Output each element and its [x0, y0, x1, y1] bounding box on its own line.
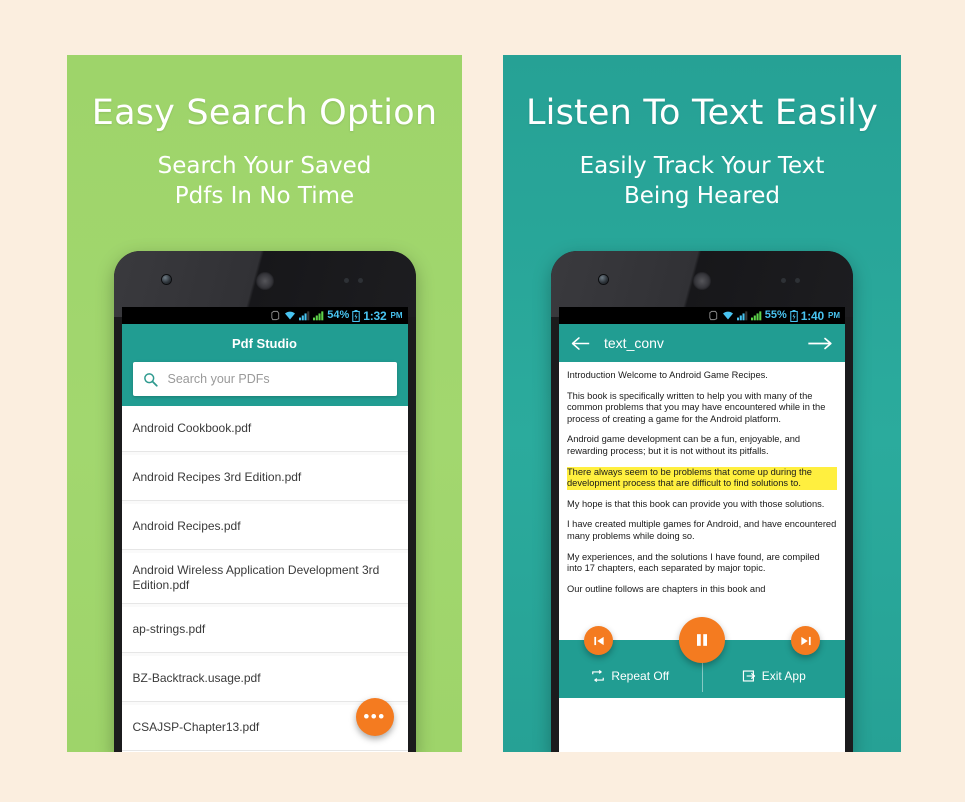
list-item[interactable]: Android Recipes 3rd Edition.pdf — [121, 455, 408, 501]
promo-panel-right: Listen To Text Easily Easily Track Your … — [503, 55, 901, 752]
more-options-fab[interactable]: ••• — [355, 698, 394, 736]
search-placeholder: Search your PDFs — [167, 372, 270, 386]
repeat-toggle-button[interactable]: Repeat Off — [559, 655, 702, 683]
file-name: Android Cookbook.pdf — [132, 421, 252, 435]
front-camera-icon — [599, 275, 608, 284]
battery-icon — [790, 309, 798, 322]
repeat-label: Repeat Off — [611, 669, 670, 683]
next-track-button[interactable] — [791, 626, 820, 655]
panel-right-sub-line2: Being Heared — [623, 183, 781, 209]
status-bar-ampm: PM — [390, 311, 403, 320]
panel-left-subheadline: Search Your Saved Pdfs In No Time — [67, 151, 462, 211]
rotation-lock-icon — [271, 310, 280, 321]
panel-right-headline: Listen To Text Easily — [525, 93, 879, 133]
status-bar-ampm: PM — [828, 311, 840, 320]
file-name: ap-strings.pdf — [132, 622, 206, 636]
status-bar-time: 1:32 — [363, 308, 387, 323]
panel-left-headline: Easy Search Option — [91, 93, 438, 133]
status-bar-left: 54% 1:32 PM — [121, 307, 408, 324]
search-icon — [143, 372, 158, 387]
list-item[interactable]: ap-strings.pdf — [121, 607, 408, 653]
search-zone: Search your PDFs — [121, 362, 408, 406]
search-input[interactable]: Search your PDFs — [132, 362, 397, 396]
player-controls-bar: Repeat Off Exit App — [559, 617, 846, 698]
text-reader-body[interactable]: Introduction Welcome to Android Game Rec… — [559, 362, 845, 698]
promo-panel-left: Easy Search Option Search Your Saved Pdf… — [67, 55, 462, 752]
file-name: BZ-Backtrack.usage.pdf — [132, 671, 261, 685]
front-camera-icon — [161, 275, 171, 284]
arrow-right-icon[interactable] — [807, 336, 833, 351]
battery-icon — [352, 309, 361, 322]
rotation-lock-icon — [709, 310, 717, 321]
file-name: Android Wireless Application Development… — [132, 563, 380, 592]
list-item[interactable]: BZ-Backtrack.usage.pdf — [121, 656, 408, 702]
signal-icon — [750, 311, 762, 321]
list-item[interactable]: Android Cookbook.pdf — [121, 406, 408, 452]
proximity-sensor-icon — [781, 278, 809, 284]
panel-left-sub-line2: Pdfs In No Time — [174, 183, 355, 209]
exit-app-button[interactable]: Exit App — [703, 655, 846, 683]
reader-paragraph: I have created multiple games for Androi… — [567, 519, 837, 541]
battery-percent-label: 55% — [764, 309, 787, 321]
wifi-icon — [722, 311, 733, 320]
app-title: Pdf Studio — [232, 335, 297, 351]
phone-mockup-right: 55% 1:40 PM text_conv Introduction Welco… — [551, 251, 853, 752]
signal-icon — [313, 311, 324, 321]
document-title: text_conv — [604, 335, 664, 351]
file-name: Android Recipes.pdf — [132, 519, 241, 533]
signal-icon — [299, 311, 310, 321]
signal-icon — [736, 311, 748, 321]
pause-icon — [697, 634, 707, 646]
arrow-left-icon[interactable] — [571, 336, 590, 351]
previous-track-button[interactable] — [584, 626, 613, 655]
app-bar-right: text_conv — [559, 324, 845, 362]
list-item[interactable]: Android Recipes.pdf — [121, 504, 408, 550]
promo-screenshot-stage: Easy Search Option Search Your Saved Pdf… — [0, 0, 965, 802]
file-name: Android Recipes 3rd Edition.pdf — [132, 470, 302, 484]
repeat-icon — [592, 670, 605, 682]
panel-left-sub-line1: Search Your Saved — [157, 153, 372, 179]
wifi-icon — [285, 311, 296, 320]
reader-paragraph: Our outline follows are chapters in this… — [567, 583, 766, 594]
phone-mockup-left: 54% 1:32 PM Pdf Studio Search your PDFs … — [113, 251, 416, 752]
phone-screen-left: 54% 1:32 PM Pdf Studio Search your PDFs … — [121, 307, 408, 752]
file-name: CSAJSP-Chapter13.pdf — [132, 720, 260, 734]
app-bar-left: Pdf Studio — [121, 324, 408, 362]
reader-paragraph: Introduction Welcome to Android Game Rec… — [567, 370, 768, 380]
reader-paragraph: Android game development can be a fun, e… — [567, 434, 801, 456]
reader-paragraph: My hope is that this book can provide yo… — [567, 498, 825, 509]
proximity-sensor-icon — [343, 278, 372, 284]
list-item[interactable]: Android Wireless Application Development… — [121, 553, 408, 604]
exit-app-label: Exit App — [761, 669, 806, 683]
panel-right-sub-line1: Easily Track Your Text — [579, 153, 825, 179]
reader-paragraph: My experiences, and the solutions I have… — [567, 551, 820, 574]
exit-app-icon — [742, 670, 755, 682]
phone-screen-right: 55% 1:40 PM text_conv Introduction Welco… — [559, 307, 845, 752]
status-bar-time: 1:40 — [800, 308, 824, 323]
reader-paragraph: This book is specifically written to hel… — [567, 390, 826, 424]
next-track-icon — [800, 636, 811, 645]
status-bar-right: 55% 1:40 PM — [559, 307, 845, 324]
previous-track-icon — [593, 636, 604, 645]
battery-percent-label: 54% — [327, 309, 350, 321]
panel-right-subheadline: Easily Track Your Text Being Heared — [503, 151, 901, 211]
reader-paragraph-highlighted: There always seem to be problems that co… — [567, 466, 837, 490]
earpiece-speaker-icon — [693, 272, 711, 290]
earpiece-speaker-icon — [255, 272, 274, 290]
play-pause-button[interactable] — [679, 617, 725, 663]
